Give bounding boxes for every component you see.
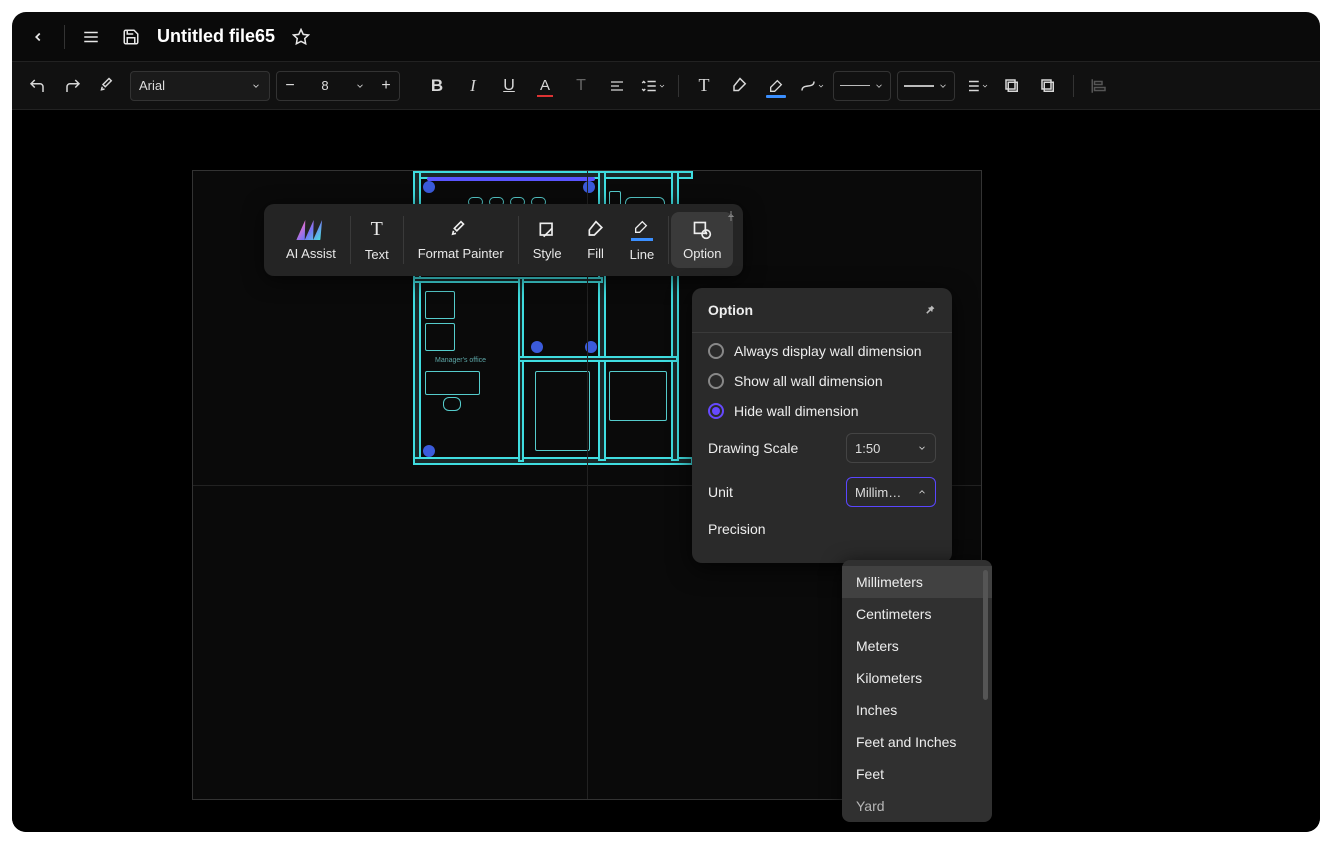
star-button[interactable] [287, 23, 315, 51]
align-objects-button[interactable] [1084, 71, 1114, 101]
back-button[interactable] [24, 23, 52, 51]
brush-icon [451, 220, 471, 240]
layer-back-button[interactable] [997, 71, 1027, 101]
font-family-select[interactable]: Arial [130, 71, 270, 101]
unit-option-kilometers[interactable]: Kilometers [842, 662, 992, 694]
radio-hide[interactable]: Hide wall dimension [708, 403, 936, 419]
style-button[interactable]: Style [521, 212, 574, 268]
pin-panel-icon[interactable] [923, 304, 936, 317]
radio-icon [708, 373, 724, 389]
line-weight-select[interactable] [897, 71, 955, 101]
radio-always-display[interactable]: Always display wall dimension [708, 343, 936, 359]
strikethrough-button[interactable]: T [566, 71, 596, 101]
format-painter-button[interactable]: Format Painter [406, 212, 516, 268]
option-panel: Option Always display wall dimension Sho… [692, 288, 952, 563]
undo-button[interactable] [22, 71, 52, 101]
unit-select[interactable]: Millim… [846, 477, 936, 507]
gear-icon [692, 220, 712, 240]
context-toolbar: AI Assist T Text Format Painter Style Fi… [264, 204, 743, 276]
room-label-manager: Manager's office [435, 357, 486, 364]
scale-label: Drawing Scale [708, 440, 798, 456]
save-icon[interactable] [117, 23, 145, 51]
format-toolbar: Arial − 8 + B I U A T T [12, 62, 1320, 110]
unit-dropdown: Millimeters Centimeters Meters Kilometer… [842, 560, 992, 822]
menu-button[interactable] [77, 23, 105, 51]
unit-option-inches[interactable]: Inches [842, 694, 992, 726]
line-style-select[interactable] [833, 71, 891, 101]
fill-icon [586, 220, 606, 240]
unit-option-feet[interactable]: Feet [842, 758, 992, 790]
line-button[interactable]: Line [618, 212, 667, 268]
text-tool-button[interactable]: T [689, 71, 719, 101]
fill-color-button[interactable] [725, 71, 755, 101]
unit-option-yard[interactable]: Yard [842, 790, 992, 816]
font-size-value[interactable]: 8 [303, 78, 347, 93]
line-icon [631, 219, 653, 241]
redo-button[interactable] [58, 71, 88, 101]
radio-show-all[interactable]: Show all wall dimension [708, 373, 936, 389]
font-size-stepper: − 8 + [276, 71, 400, 101]
scrollbar[interactable] [983, 570, 988, 700]
line-color-button[interactable] [761, 71, 791, 101]
unit-option-millimeters[interactable]: Millimeters [842, 566, 992, 598]
option-panel-title: Option [708, 302, 753, 318]
italic-button[interactable]: I [458, 71, 488, 101]
line-spacing-button[interactable] [638, 71, 668, 101]
app-window: Untitled file65 Arial − 8 + B I U A T T [12, 12, 1320, 832]
underline-button[interactable]: U [494, 71, 524, 101]
unit-option-meters[interactable]: Meters [842, 630, 992, 662]
canvas-area[interactable]: Meeting room Manager's office [12, 110, 1320, 832]
connector-button[interactable] [797, 71, 827, 101]
list-button[interactable] [961, 71, 991, 101]
font-color-button[interactable]: A [530, 71, 560, 101]
style-icon [537, 220, 557, 240]
format-painter-icon[interactable] [94, 71, 124, 101]
option-button[interactable]: Option [671, 212, 733, 268]
unit-option-feet-inches[interactable]: Feet and Inches [842, 726, 992, 758]
ai-assist-icon [296, 220, 325, 240]
unit-option-centimeters[interactable]: Centimeters [842, 598, 992, 630]
selection-highlight [427, 177, 595, 181]
radio-icon [708, 403, 724, 419]
layer-front-button[interactable] [1033, 71, 1063, 101]
size-dropdown[interactable] [347, 72, 373, 100]
align-button[interactable] [602, 71, 632, 101]
precision-label: Precision [708, 521, 766, 537]
fill-button[interactable]: Fill [574, 212, 618, 268]
text-button[interactable]: T Text [353, 212, 401, 268]
font-family-value: Arial [139, 78, 165, 93]
text-icon: T [371, 218, 383, 241]
file-title-text: Untitled file65 [157, 26, 275, 47]
separator [64, 25, 65, 49]
bold-button[interactable]: B [422, 71, 452, 101]
pin-icon[interactable] [725, 210, 737, 222]
scale-select[interactable]: 1:50 [846, 433, 936, 463]
size-decrease[interactable]: − [277, 72, 303, 100]
file-title: Untitled file65 [157, 26, 275, 47]
unit-label: Unit [708, 484, 733, 500]
ai-assist-button[interactable]: AI Assist [274, 212, 348, 268]
title-bar: Untitled file65 [12, 12, 1320, 62]
size-increase[interactable]: + [373, 72, 399, 100]
radio-icon [708, 343, 724, 359]
